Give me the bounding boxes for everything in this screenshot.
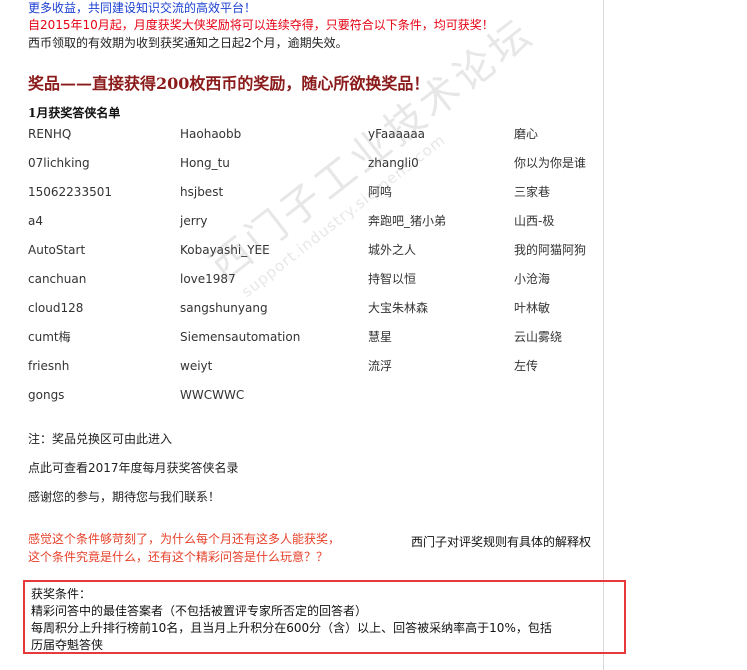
winner-name: jerry <box>180 214 208 228</box>
winner-name: 我的阿猫阿狗 <box>514 243 587 257</box>
condition-item: 每周积分上升排行榜前10名，且当月上升积分在600分（含）以上、回答被采纳率高于… <box>31 621 552 635</box>
winner-name: Siemensautomation <box>180 330 301 344</box>
content-panel: 更多收益，共同建设知识交流的高效平台！ 自2015年10月起，月度获奖大侠奖励将… <box>0 0 626 670</box>
thanks-text: 感谢您的参与，期待您与我们联系！ <box>28 490 221 504</box>
winner-row: cloud128 sangshunyang 大宝朱林森 叶林敏 <box>28 300 603 329</box>
winner-name: cloud128 <box>28 301 84 315</box>
winner-row: 15062233501 hsjbest 阿鸣 三家巷 <box>28 184 603 213</box>
winner-name: Kobayashi_YEE <box>180 243 270 257</box>
winner-name: 阿鸣 <box>368 185 393 199</box>
winner-name: weiyt <box>180 359 213 373</box>
rights-statement: 西门子对评奖规则有具体的解释权 <box>411 535 592 549</box>
intro-validity: 西币领取的有效期为收到获奖通知之日起2个月，逾期失效。 <box>28 36 348 50</box>
conditions-title: 获奖条件： <box>31 587 92 601</box>
winner-name: a4 <box>28 214 43 228</box>
winner-row: 07lichking Hong_tu zhangli0 你以为你是谁 <box>28 155 603 184</box>
exchange-link[interactable]: 注：奖品兑换区可由此进入 <box>28 431 172 447</box>
question-line-1: 感觉这个条件够苛刻了，为什么每个月还有这多人能获奖， <box>28 532 341 546</box>
winner-name: 山西-极 <box>514 214 555 228</box>
question-line-2: 这个条件究竟是什么，还有这个精彩问答是什么玩意？？ <box>28 550 329 564</box>
prize-heading: 奖品——直接获得200枚西币的奖励，随心所欲换奖品！ <box>28 74 430 93</box>
winner-name: friesnh <box>28 359 70 373</box>
winner-name: Hong_tu <box>180 156 230 170</box>
winner-row: friesnh weiyt 流浮 左传 <box>28 358 603 387</box>
winner-row: canchuan love1987 持智以恒 小沧海 <box>28 271 603 300</box>
winner-name: 你以为你是谁 <box>514 156 587 170</box>
condition-item: 精彩问答中的最佳答案者（不包括被置评专家所否定的回答者） <box>31 604 368 618</box>
winner-name: canchuan <box>28 272 87 286</box>
winner-name: 慧星 <box>368 330 393 344</box>
history-link[interactable]: 点此可查看2017年度每月获奖答侠名录 <box>28 460 239 476</box>
winner-name: 流浮 <box>368 359 393 373</box>
winner-name: 07lichking <box>28 156 90 170</box>
winner-name: 磨心 <box>514 127 539 141</box>
winner-name: 城外之人 <box>368 243 417 257</box>
winner-name: 大宝朱林森 <box>368 301 429 315</box>
winner-name: love1987 <box>180 272 236 286</box>
intro-link[interactable]: 更多收益，共同建设知识交流的高效平台！ <box>28 0 256 16</box>
winner-name: sangshunyang <box>180 301 268 315</box>
winner-name: 叶林敏 <box>514 301 551 315</box>
winner-name: gongs <box>28 388 65 402</box>
winner-name: zhangli0 <box>368 156 419 170</box>
winner-name: RENHQ <box>28 127 72 141</box>
winner-name: 左传 <box>514 359 539 373</box>
winner-list-title: 1月获奖答侠名单 <box>28 106 121 120</box>
winner-name: WWCWWC <box>180 388 245 402</box>
condition-item: 历届夺魁答侠 <box>31 638 104 652</box>
winner-name: Haohaobb <box>180 127 242 141</box>
winner-row: cumt梅 Siemensautomation 慧星 云山雾绕 <box>28 329 603 358</box>
winner-row: gongs WWCWWC <box>28 387 603 416</box>
winner-name: AutoStart <box>28 243 86 257</box>
winner-name: 持智以恒 <box>368 272 417 286</box>
winner-row: AutoStart Kobayashi_YEE 城外之人 我的阿猫阿狗 <box>28 242 603 271</box>
award-conditions-box: 获奖条件： 精彩问答中的最佳答案者（不包括被置评专家所否定的回答者） 每周积分上… <box>23 580 626 654</box>
intro-notice: 自2015年10月起，月度获奖大侠奖励将可以连续夺得，只要符合以下条件，均可获奖… <box>28 18 494 32</box>
winner-table: RENHQ Haohaobb yFaaaaaa 磨心 07lichking Hong_tu… <box>28 126 603 416</box>
winner-row: a4 jerry 奔跑吧_猪小弟 山西-极 <box>28 213 603 242</box>
winner-name: 小沧海 <box>514 272 551 286</box>
question-text: 感觉这个条件够苛刻了，为什么每个月还有这多人能获奖， 这个条件究竟是什么，还有这… <box>28 530 340 566</box>
winner-name: 云山雾绕 <box>514 330 563 344</box>
winner-name: yFaaaaaa <box>368 127 426 141</box>
winner-name: 15062233501 <box>28 185 112 199</box>
winner-name: 三家巷 <box>514 185 551 199</box>
winner-row: RENHQ Haohaobb yFaaaaaa 磨心 <box>28 126 603 155</box>
winner-name: cumt梅 <box>28 330 71 344</box>
winner-name: 奔跑吧_猪小弟 <box>368 214 447 228</box>
winner-name: hsjbest <box>180 185 224 199</box>
